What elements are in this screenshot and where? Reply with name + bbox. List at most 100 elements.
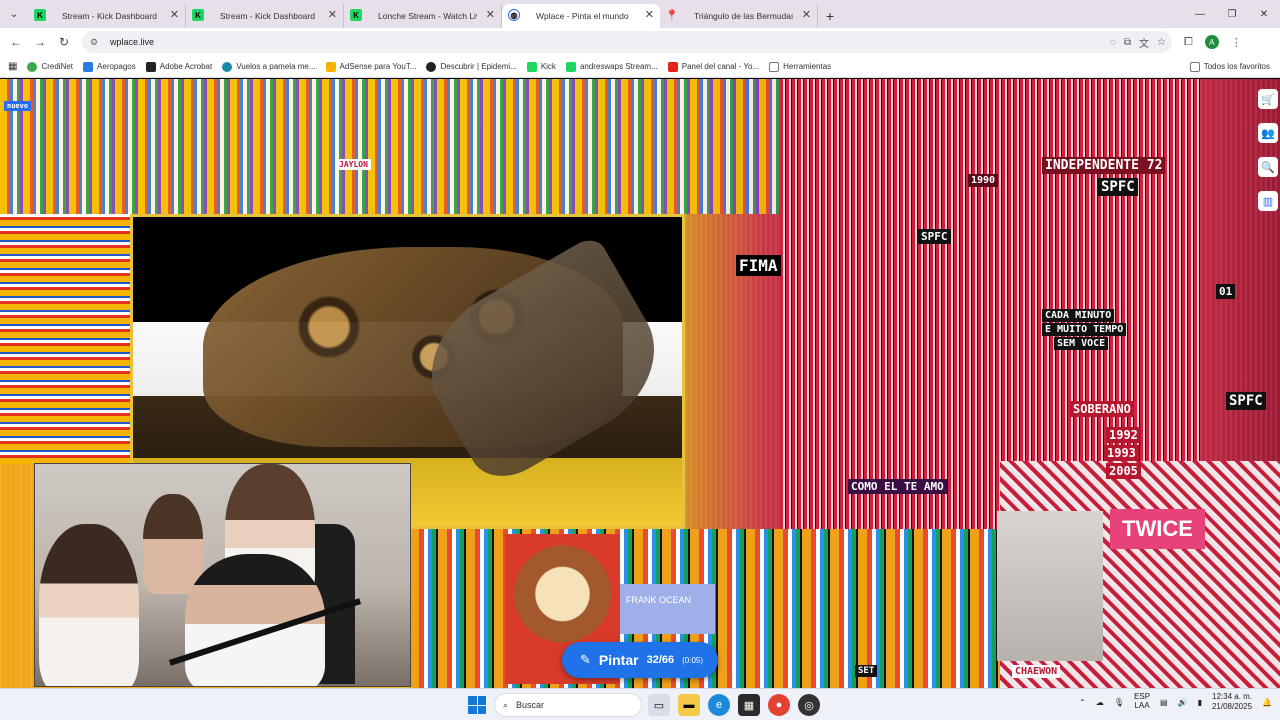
search-icon[interactable]: 🔍: [1258, 157, 1278, 177]
bookmark-adobe-acrobat[interactable]: Adobe Acrobat: [145, 61, 213, 72]
art-label-1990: 1990: [968, 174, 999, 187]
cloud-icon[interactable]: ☁: [1096, 698, 1104, 707]
tab-title: Wplace - Pinta el mundo: [536, 11, 629, 21]
chrome-icon[interactable]: ●: [768, 694, 790, 716]
kick-icon: K: [192, 9, 204, 21]
tab-lonche-stream[interactable]: K Lonche Stream - Watch Live on ✕: [344, 4, 502, 28]
close-icon[interactable]: ✕: [645, 8, 654, 21]
network-icon[interactable]: ▤: [1160, 698, 1168, 707]
paint-button[interactable]: ✎ Pintar 32/66 (0:05): [562, 642, 718, 678]
adsense-icon: [325, 61, 336, 72]
close-icon[interactable]: ✕: [802, 8, 811, 21]
start-button[interactable]: [468, 696, 486, 714]
tab-search-icon[interactable]: ⌄: [0, 0, 28, 28]
tab-kick-dashboard-2[interactable]: K Stream - Kick Dashboard ✕: [186, 4, 344, 28]
eye-off-icon[interactable]: ◌: [1110, 37, 1116, 48]
close-icon[interactable]: ✕: [486, 8, 495, 21]
taskbar-search[interactable]: ⌕ Buscar: [494, 693, 642, 717]
all-bookmarks[interactable]: Todos los favoritos: [1189, 61, 1270, 72]
tab-kick-dashboard-1[interactable]: K Stream - Kick Dashboard ✕: [28, 4, 186, 28]
volume-icon[interactable]: 🔊: [1178, 698, 1188, 707]
menu-icon[interactable]: ⋮: [1231, 36, 1242, 49]
tab-wplace[interactable]: ◍ Wplace - Pinta el mundo ✕: [502, 4, 660, 28]
address-bar[interactable]: ⚙ wplace.live ◌ ⧉ 文 ☆: [82, 31, 1172, 53]
profile-avatar[interactable]: A: [1204, 35, 1219, 49]
paint-label: Pintar: [598, 652, 639, 668]
bookmark-herramientas[interactable]: Herramientas: [769, 61, 832, 72]
art-label-como-el-te-amo: COMO EL TE AMO: [848, 479, 947, 494]
pencil-icon: ✎: [580, 652, 591, 667]
close-icon[interactable]: ✕: [170, 8, 179, 21]
art-label-fima: FIMA: [736, 255, 781, 276]
install-app-icon[interactable]: ⧉: [1124, 37, 1131, 48]
frank-ocean-artwork: FRANK OCEAN: [620, 584, 715, 634]
stats-icon[interactable]: ▥: [1258, 191, 1278, 211]
shop-icon[interactable]: 🛒: [1258, 89, 1278, 109]
minimize-icon[interactable]: —: [1184, 9, 1216, 20]
star-icon[interactable]: ☆: [1157, 37, 1166, 48]
search-placeholder: Buscar: [516, 700, 545, 710]
all-bookmarks-label: Todos los favoritos: [1203, 62, 1270, 71]
art-label-01: 01: [1216, 284, 1236, 299]
apps-grid-icon[interactable]: ▦: [8, 61, 17, 72]
kick-icon: [565, 61, 576, 72]
extensions-icon[interactable]: ⧠: [1184, 36, 1193, 49]
bookmark-aeropagos[interactable]: Aeropagos: [83, 61, 136, 72]
task-view-icon[interactable]: ▭: [648, 694, 670, 716]
folder-icon: [1189, 61, 1200, 72]
paint-timer: (0:05): [682, 655, 704, 665]
tab-title: Triángulo de las Bermudas - Go: [694, 11, 793, 21]
clock[interactable]: 12:34 a. m. 21/08/2025: [1212, 692, 1252, 712]
obs-icon[interactable]: ◎: [798, 694, 820, 716]
bookmark-label: Kick: [540, 62, 556, 71]
taskbar-apps: ▭ ▬ e ▦ ● ◎: [648, 694, 820, 716]
bookmark-label: Panel del canal - Yo...: [681, 62, 760, 71]
bookmark-label: Adobe Acrobat: [159, 62, 213, 71]
bookmark-panel-canal[interactable]: Panel del canal - Yo...: [667, 61, 760, 72]
bookmark-label: Herramientas: [783, 62, 832, 71]
restore-icon[interactable]: ❐: [1216, 9, 1248, 20]
art-label-1992: 1992: [1106, 427, 1141, 443]
reload-icon[interactable]: ↻: [52, 35, 76, 49]
globe-icon: [222, 61, 233, 72]
edge-icon[interactable]: e: [708, 694, 730, 716]
epidemic-icon: [426, 61, 437, 72]
art-label-2005: 2005: [1106, 463, 1141, 479]
art-label-spfc-2: SPFC: [918, 229, 951, 244]
site-info-icon[interactable]: ⚙: [90, 37, 104, 48]
adobe-acrobat-icon: [145, 61, 156, 72]
aeropagos-icon: [83, 61, 94, 72]
new-tab-button[interactable]: +: [818, 4, 842, 28]
users-icon[interactable]: 👥: [1258, 123, 1278, 143]
tab-title: Stream - Kick Dashboard: [62, 11, 157, 21]
bookmark-kick[interactable]: Kick: [526, 61, 556, 72]
language-region: LAA: [1134, 701, 1150, 710]
store-icon[interactable]: ▦: [738, 694, 760, 716]
kick-icon: K: [350, 9, 362, 21]
forward-icon[interactable]: →: [28, 35, 52, 49]
art-label-chaewon: CHAEWON: [1012, 665, 1061, 678]
streamer-webcam: [34, 463, 411, 687]
back-icon[interactable]: ←: [4, 35, 28, 49]
art-label-nuevo: nuevo: [4, 101, 32, 111]
mic-icon[interactable]: 🎙: [1114, 698, 1124, 707]
bookmark-label: CrediNet: [41, 62, 74, 71]
bookmark-andreswaps[interactable]: andreswaps Stream...: [565, 61, 658, 72]
wplace-canvas[interactable]: FRANK OCEAN TWICE FIMA INDEPENDENTE 72 S…: [0, 79, 1280, 688]
battery-icon[interactable]: ▮: [1198, 698, 1202, 707]
bookmark-credinet[interactable]: CrediNet: [27, 61, 74, 72]
art-label-set: SET: [855, 665, 878, 677]
bookmark-epidemic[interactable]: Descubrir | Epidemi...: [426, 61, 517, 72]
bookmark-vuelos[interactable]: Vuelos a pamela me...: [222, 61, 316, 72]
kick-icon: K: [34, 9, 46, 21]
close-icon[interactable]: ✕: [328, 8, 337, 21]
translate-icon[interactable]: 文: [1139, 35, 1149, 50]
bookmark-label: Descubrir | Epidemi...: [440, 62, 517, 71]
close-window-icon[interactable]: ✕: [1248, 9, 1280, 20]
tab-bermudas[interactable]: 📍 Triángulo de las Bermudas - Go ✕: [660, 4, 818, 28]
notifications-icon[interactable]: 🔔: [1262, 698, 1272, 707]
language-indicator[interactable]: ESP LAA: [1134, 692, 1150, 711]
chevron-up-icon[interactable]: ⌃: [1079, 698, 1086, 707]
file-explorer-icon[interactable]: ▬: [678, 694, 700, 716]
bookmark-adsense[interactable]: AdSense para YouT...: [325, 61, 416, 72]
